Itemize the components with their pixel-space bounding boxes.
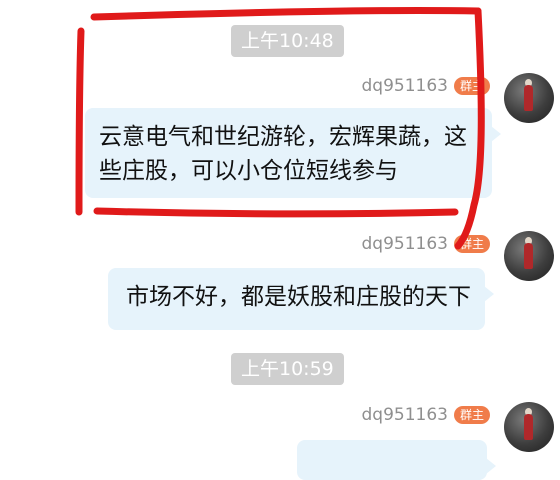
annotation-left-stroke: [75, 27, 85, 216]
message-text: 云意电气和世纪游轮，宏辉果蔬，这些庄股，可以小仓位短线参与: [99, 124, 467, 184]
avatar-figure: [524, 243, 533, 269]
message-bubble[interactable]: 云意电气和世纪游轮，宏辉果蔬，这些庄股，可以小仓位短线参与: [85, 108, 501, 198]
sender-name[interactable]: dq951163: [362, 74, 448, 98]
annotation-top-stroke: [90, 6, 482, 21]
message-bubble[interactable]: 市场不好，都是妖股和庄股的天下: [108, 268, 494, 330]
sender-line: dq951163 群主: [362, 74, 490, 98]
group-owner-badge: 群主: [453, 77, 490, 95]
avatar-icon[interactable]: [504, 402, 554, 452]
message-text: 市场不好，都是妖股和庄股的天下: [126, 284, 471, 310]
avatar-icon[interactable]: [504, 231, 554, 281]
timestamp: 上午10:59: [231, 353, 344, 385]
chat-window: 上午10:48 dq951163 群主 云意电气和世纪游轮，宏辉果蔬，这些庄股，…: [0, 0, 560, 480]
group-owner-badge: 群主: [453, 406, 490, 424]
sender-line: dq951163 群主: [362, 232, 490, 256]
sender-name[interactable]: dq951163: [362, 232, 448, 256]
group-owner-badge: 群主: [453, 235, 490, 253]
sender-name[interactable]: dq951163: [362, 403, 448, 427]
avatar-figure: [524, 85, 533, 111]
avatar-icon[interactable]: [504, 73, 554, 123]
avatar-figure: [524, 414, 533, 440]
timestamp: 上午10:48: [231, 25, 344, 57]
sender-line: dq951163 群主: [362, 403, 490, 427]
message-bubble-partial[interactable]: [297, 440, 496, 480]
annotation-bottom-stroke: [93, 207, 459, 218]
red-highlight-annotation: [75, 6, 485, 250]
